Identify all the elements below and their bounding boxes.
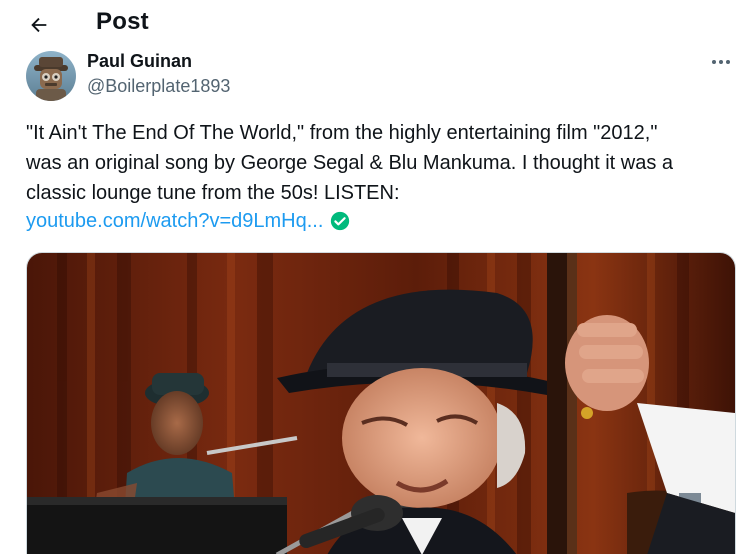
media-image[interactable]: [26, 252, 736, 554]
tweet-text-line: classic lounge tune from the 50s! LISTEN…: [26, 182, 400, 204]
more-horizontal-icon: [712, 60, 730, 64]
avatar[interactable]: [26, 51, 76, 101]
back-button[interactable]: [22, 8, 56, 42]
tweet-text: "It Ain't The End Of The World," from th…: [26, 118, 736, 208]
youtube-link[interactable]: youtube.com/watch?v=d9LmHq...: [26, 206, 323, 236]
header: Post: [0, 0, 748, 48]
author-name[interactable]: Paul Guinan: [87, 50, 192, 72]
performance-photo: [27, 253, 735, 554]
author-handle[interactable]: @Boilerplate1893: [87, 75, 230, 97]
post-page: Post Paul Guinan @Boilerplate1893 "It Ai…: [0, 0, 748, 554]
tweet-text-line: was an original song by George Segal & B…: [26, 152, 674, 174]
tweet-text-line: "It Ain't The End Of The World," from th…: [26, 122, 658, 144]
robot-avatar-icon: [26, 51, 76, 101]
more-options-button[interactable]: [704, 48, 738, 76]
page-title: Post: [96, 8, 149, 35]
arrow-left-icon: [31, 17, 47, 33]
link-row: youtube.com/watch?v=d9LmHq...: [26, 206, 351, 236]
check-circle-icon: [331, 211, 350, 231]
